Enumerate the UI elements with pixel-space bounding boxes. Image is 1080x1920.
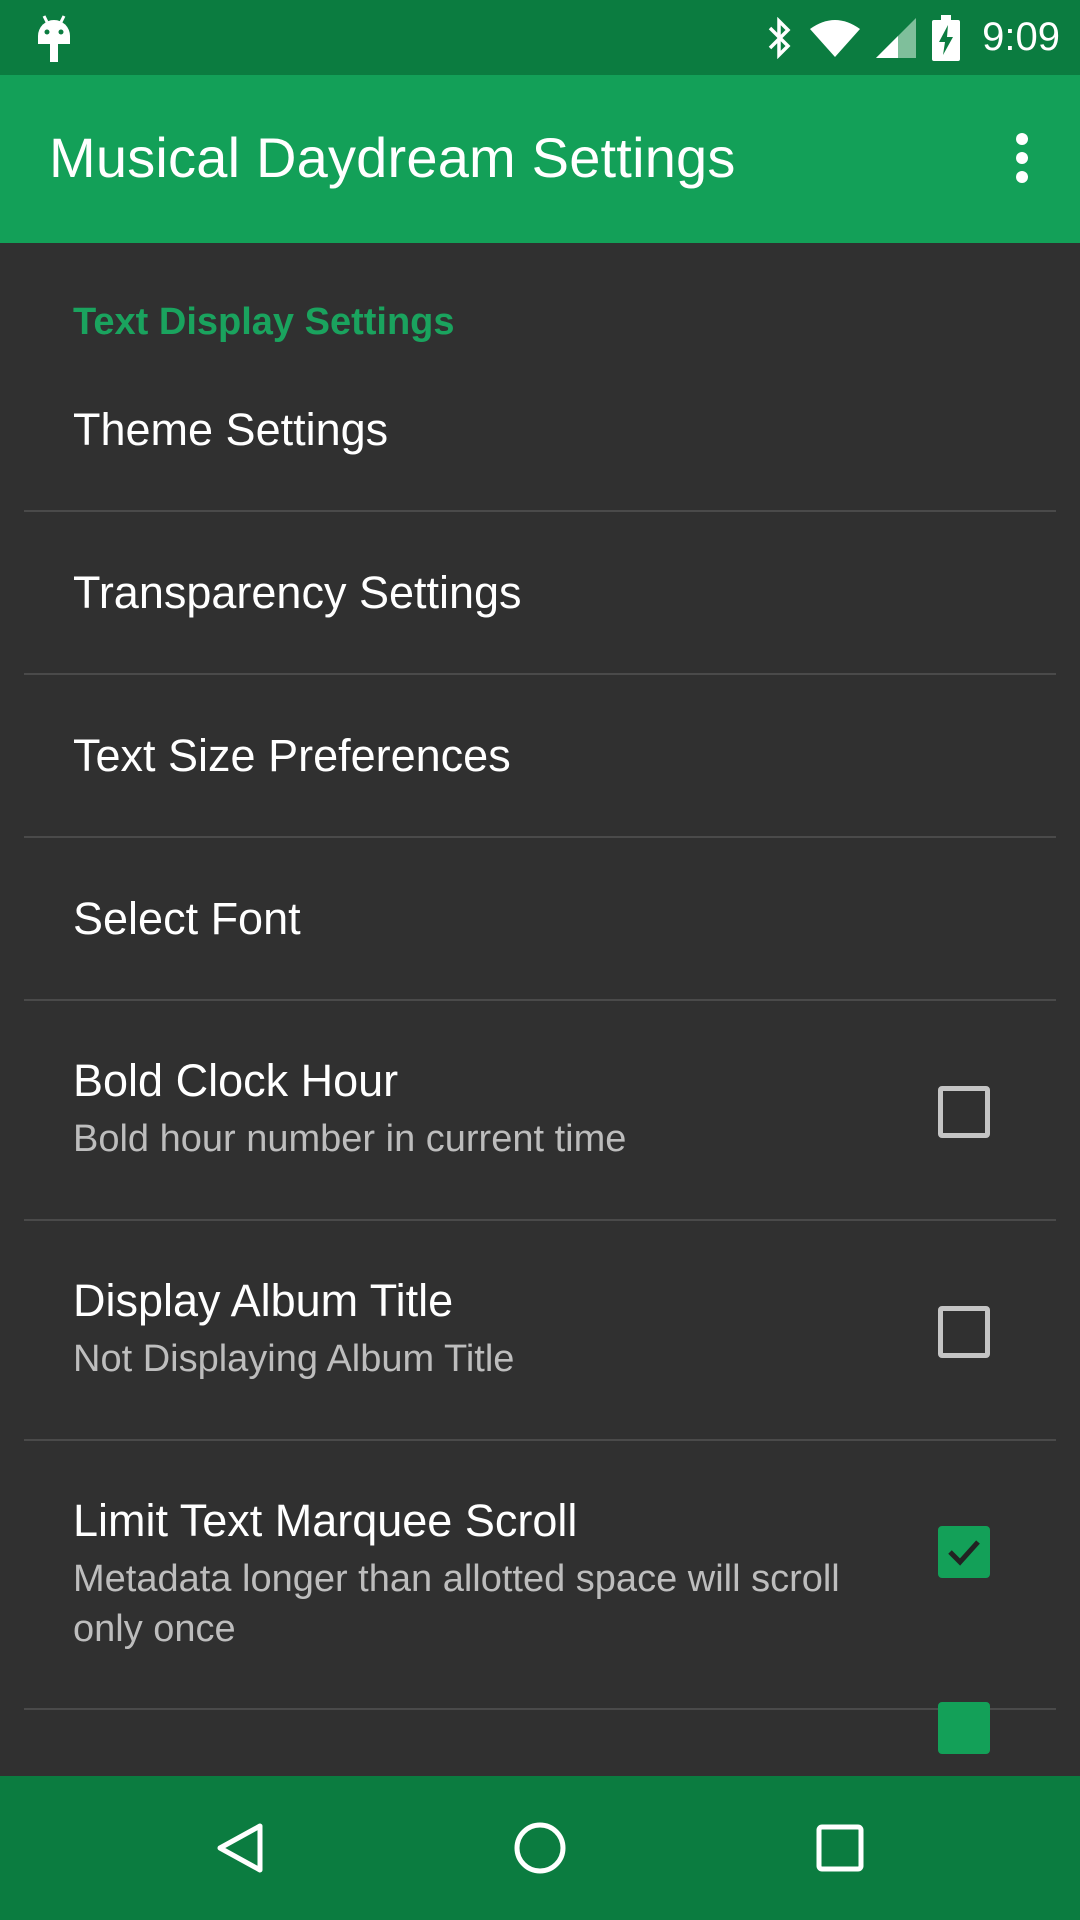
clock: 9:09 <box>982 15 1060 59</box>
pref-title: Transparency Settings <box>73 567 522 618</box>
page-title: Musical Daydream Settings <box>49 126 736 189</box>
limit-marquee-scroll-checkbox[interactable] <box>938 1526 990 1578</box>
overflow-menu-icon[interactable] <box>1004 125 1040 191</box>
settings-list[interactable]: Text Display Settings Theme Settings Tra… <box>0 243 1080 1776</box>
pref-title: Display Album Title <box>73 1275 454 1326</box>
battery-charging-icon <box>932 14 961 61</box>
bluetooth-icon <box>766 16 794 59</box>
wifi-icon <box>810 19 861 57</box>
cell-signal-icon <box>876 17 917 58</box>
pref-transparency-settings[interactable]: Transparency Settings <box>24 512 1056 675</box>
pref-limit-marquee-scroll[interactable]: Limit Text Marquee Scroll Metadata longe… <box>24 1441 1056 1710</box>
pref-title: Text Size Preferences <box>73 730 511 781</box>
app-bar: Musical Daydream Settings <box>0 75 1080 243</box>
pref-select-font[interactable]: Select Font <box>24 838 1056 1001</box>
display-album-title-checkbox[interactable] <box>938 1306 990 1358</box>
pref-title: Theme Settings <box>73 404 389 455</box>
pref-summary: Bold hour number in current time <box>73 1118 627 1160</box>
back-icon[interactable] <box>170 1776 310 1920</box>
check-icon <box>948 1540 980 1566</box>
pref-theme-settings[interactable]: Theme Settings <box>24 243 1056 512</box>
pref-title: Select Font <box>73 893 301 944</box>
bold-clock-hour-checkbox[interactable] <box>938 1086 990 1138</box>
navigation-bar <box>0 1776 1080 1920</box>
android-icon <box>36 14 72 64</box>
pref-title: Bold Clock Hour <box>73 1055 399 1106</box>
status-bar: 9:09 <box>0 0 1080 75</box>
home-icon[interactable] <box>470 1776 610 1920</box>
pref-text-size[interactable]: Text Size Preferences <box>24 675 1056 838</box>
pref-display-album-title[interactable]: Display Album Title Not Displaying Album… <box>24 1221 1056 1441</box>
pref-summary: Not Displaying Album Title <box>73 1338 515 1380</box>
pref-next-partial[interactable] <box>24 1702 1056 1776</box>
status-icons: 9:09 <box>766 0 1060 75</box>
pref-bold-clock-hour[interactable]: Bold Clock Hour Bold hour number in curr… <box>24 1001 1056 1221</box>
next-pref-checkbox[interactable] <box>938 1702 990 1754</box>
pref-title: Limit Text Marquee Scroll <box>73 1495 578 1546</box>
pref-summary: Metadata longer than allotted space will… <box>73 1558 840 1650</box>
recents-icon[interactable] <box>770 1776 910 1920</box>
